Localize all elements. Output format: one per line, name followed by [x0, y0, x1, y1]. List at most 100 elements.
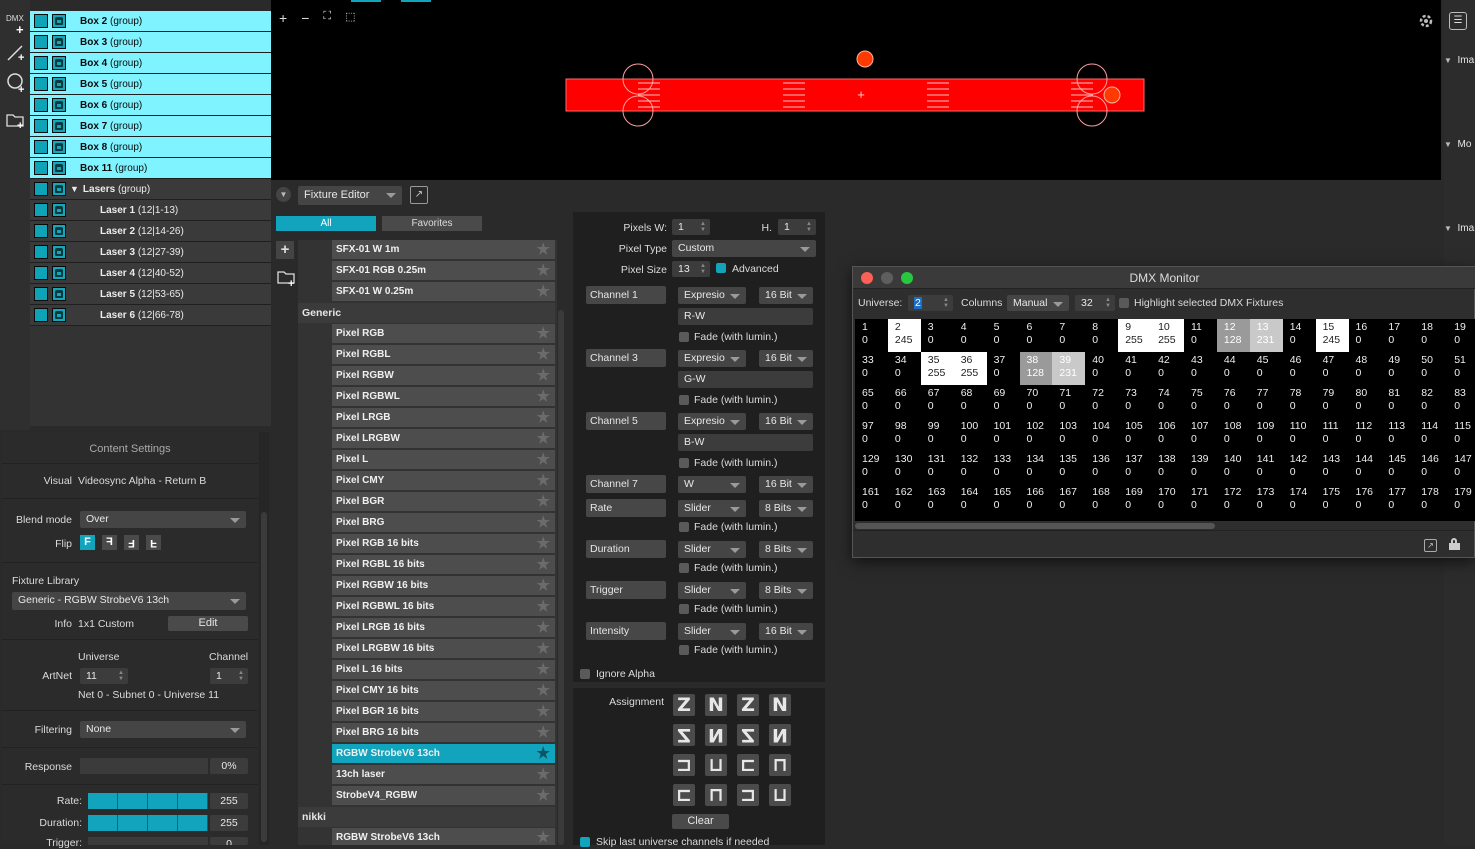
fixture-item[interactable]: SFX-01 RGB 0.25m ★	[332, 261, 555, 281]
fade-checkbox[interactable]	[679, 332, 689, 342]
favorite-star-icon[interactable]: ★	[537, 262, 550, 279]
line-tool-icon[interactable]: +	[6, 42, 26, 62]
fixture-item[interactable]: Pixel CMY 16 bits ★	[332, 681, 555, 701]
ignore-alpha-checkbox[interactable]	[580, 669, 590, 679]
fixture-item[interactable]: Pixel RGBW ★	[332, 366, 555, 386]
channel-bits-select[interactable]: 8 Bits	[759, 582, 813, 599]
channel-mode-select[interactable]: Expresio	[678, 413, 746, 430]
lock-icon[interactable]	[52, 140, 66, 154]
visibility-toggle[interactable]	[34, 98, 48, 112]
fixture-library-select[interactable]: Generic - RGBW StrobeV6 13ch	[12, 592, 246, 610]
right-panel-item-3[interactable]: ▼ Ima	[1444, 223, 1474, 234]
edit-button[interactable]: Edit	[168, 616, 248, 631]
advanced-checkbox[interactable]	[716, 263, 726, 273]
folder-add-icon[interactable]: +	[5, 110, 27, 130]
filtering-select[interactable]: None	[80, 721, 246, 738]
trigger-slider[interactable]	[88, 837, 208, 845]
assignment-pattern-icon[interactable]: ⊔	[769, 784, 791, 806]
expand-caret-icon[interactable]: ▼	[70, 184, 79, 194]
visibility-toggle[interactable]	[34, 266, 48, 280]
channel-bits-select[interactable]: 16 Bit	[759, 350, 813, 367]
fixture-group-header[interactable]: nikki	[298, 807, 555, 827]
favorite-star-icon[interactable]: ★	[537, 493, 550, 510]
channel-bits-select[interactable]: 16 Bit	[759, 623, 813, 640]
fixture-editor-dropdown[interactable]: Fixture Editor	[298, 186, 402, 205]
rate-slider[interactable]	[88, 793, 208, 809]
import-folder-icon[interactable]: +	[276, 268, 298, 288]
favorite-star-icon[interactable]: ★	[537, 577, 550, 594]
right-panel-item-1[interactable]: ▼ Ima	[1444, 55, 1474, 66]
dmx-universe-input[interactable]: 2 ▲ ▼	[908, 295, 953, 311]
assignment-pattern-icon[interactable]: ⊓	[705, 784, 727, 806]
channel-mode-select[interactable]: Expresio	[678, 350, 746, 367]
layer-row[interactable]: Box 8 (group)	[30, 137, 271, 158]
visibility-toggle[interactable]	[34, 140, 48, 154]
channel-expression-input[interactable]: B-W	[678, 434, 813, 451]
favorite-star-icon[interactable]: ★	[537, 556, 550, 573]
assignment-pattern-icon[interactable]: ⊔	[705, 754, 727, 776]
duration-slider[interactable]	[88, 815, 208, 831]
lock-icon[interactable]	[52, 119, 66, 133]
circle-tool-icon[interactable]: +	[5, 72, 27, 94]
assignment-pattern-icon[interactable]: Z	[737, 694, 759, 716]
fixture-item[interactable]: RGBW StrobeV6 13ch ★	[332, 744, 555, 764]
favorite-star-icon[interactable]: ★	[537, 388, 550, 405]
assignment-pattern-icon[interactable]: ⊐	[737, 784, 759, 806]
trigger-value[interactable]: 0	[210, 837, 248, 845]
visibility-toggle[interactable]	[34, 56, 48, 70]
visibility-toggle[interactable]	[34, 161, 48, 175]
fade-checkbox[interactable]	[679, 604, 689, 614]
fade-checkbox[interactable]	[679, 522, 689, 532]
favorite-star-icon[interactable]: ★	[537, 619, 550, 636]
clear-button[interactable]: Clear	[672, 814, 729, 829]
channel-mode-select[interactable]: W	[678, 476, 746, 493]
flip-vertical-button[interactable]: F	[146, 535, 161, 550]
layer-row[interactable]: Laser 6 (12|66-78)	[30, 305, 271, 326]
lock-icon[interactable]	[52, 98, 66, 112]
fixture-group-header[interactable]: Generic	[298, 303, 555, 323]
channel-name[interactable]: Channel 7	[586, 475, 666, 493]
tab-favorites[interactable]: Favorites	[382, 216, 482, 231]
lock-icon[interactable]	[52, 161, 66, 175]
add-fixture-button[interactable]: +	[276, 241, 294, 259]
favorite-star-icon[interactable]: ★	[537, 346, 550, 363]
channel-mode-select[interactable]: Slider	[678, 623, 746, 640]
spin-icon[interactable]: ▲ ▼	[237, 670, 245, 683]
visibility-toggle[interactable]	[34, 77, 48, 91]
fixture-item[interactable]: Pixel BRG 16 bits ★	[332, 723, 555, 743]
layer-row[interactable]: ▼ Lasers (group)	[30, 179, 271, 200]
assignment-pattern-icon[interactable]: ⊏	[737, 754, 759, 776]
favorite-star-icon[interactable]: ★	[537, 535, 550, 552]
lock-icon[interactable]	[52, 308, 66, 322]
visibility-toggle[interactable]	[34, 119, 48, 133]
favorite-star-icon[interactable]: ★	[537, 745, 550, 762]
favorite-star-icon[interactable]: ★	[537, 703, 550, 720]
assignment-pattern-icon[interactable]: Z	[673, 694, 695, 716]
layer-row[interactable]: Box 2 (group)	[30, 11, 271, 32]
fixture-item[interactable]: 13ch laser ★	[332, 765, 555, 785]
flip-none-button[interactable]: F	[80, 535, 95, 550]
universe-input[interactable]: 11 ▲ ▼	[80, 668, 128, 684]
fixture-item[interactable]: RGBW StrobeV6 13ch ★	[332, 828, 555, 845]
spin-icon[interactable]: ▲ ▼	[699, 263, 707, 276]
fit-icon[interactable]: ⛶	[323, 10, 331, 30]
fixture-item[interactable]: Pixel BGR 16 bits ★	[332, 702, 555, 722]
fixture-item[interactable]: Pixel RGBL 16 bits ★	[332, 555, 555, 575]
settings-scrollbar[interactable]	[259, 432, 269, 845]
pixel-size-input[interactable]: 13 ▲ ▼	[672, 261, 710, 277]
visibility-toggle[interactable]	[34, 287, 48, 301]
channel-mode-select[interactable]: Expresio	[678, 287, 746, 304]
visibility-toggle[interactable]	[34, 14, 48, 28]
layer-row[interactable]: Box 3 (group)	[30, 32, 271, 53]
favorite-star-icon[interactable]: ★	[537, 598, 550, 615]
channel-expression-input[interactable]: R-W	[678, 308, 813, 325]
fade-checkbox[interactable]	[679, 563, 689, 573]
pixels-w-input[interactable]: 1 ▲ ▼	[672, 219, 710, 235]
favorite-star-icon[interactable]: ★	[537, 283, 550, 300]
response-value[interactable]: 0%	[210, 758, 248, 774]
zoom-in-button[interactable]: +	[279, 10, 287, 30]
layer-row[interactable]: Box 7 (group)	[30, 116, 271, 137]
layer-row[interactable]: Box 5 (group)	[30, 74, 271, 95]
layer-row[interactable]: Box 4 (group)	[30, 53, 271, 74]
favorite-star-icon[interactable]: ★	[537, 724, 550, 741]
